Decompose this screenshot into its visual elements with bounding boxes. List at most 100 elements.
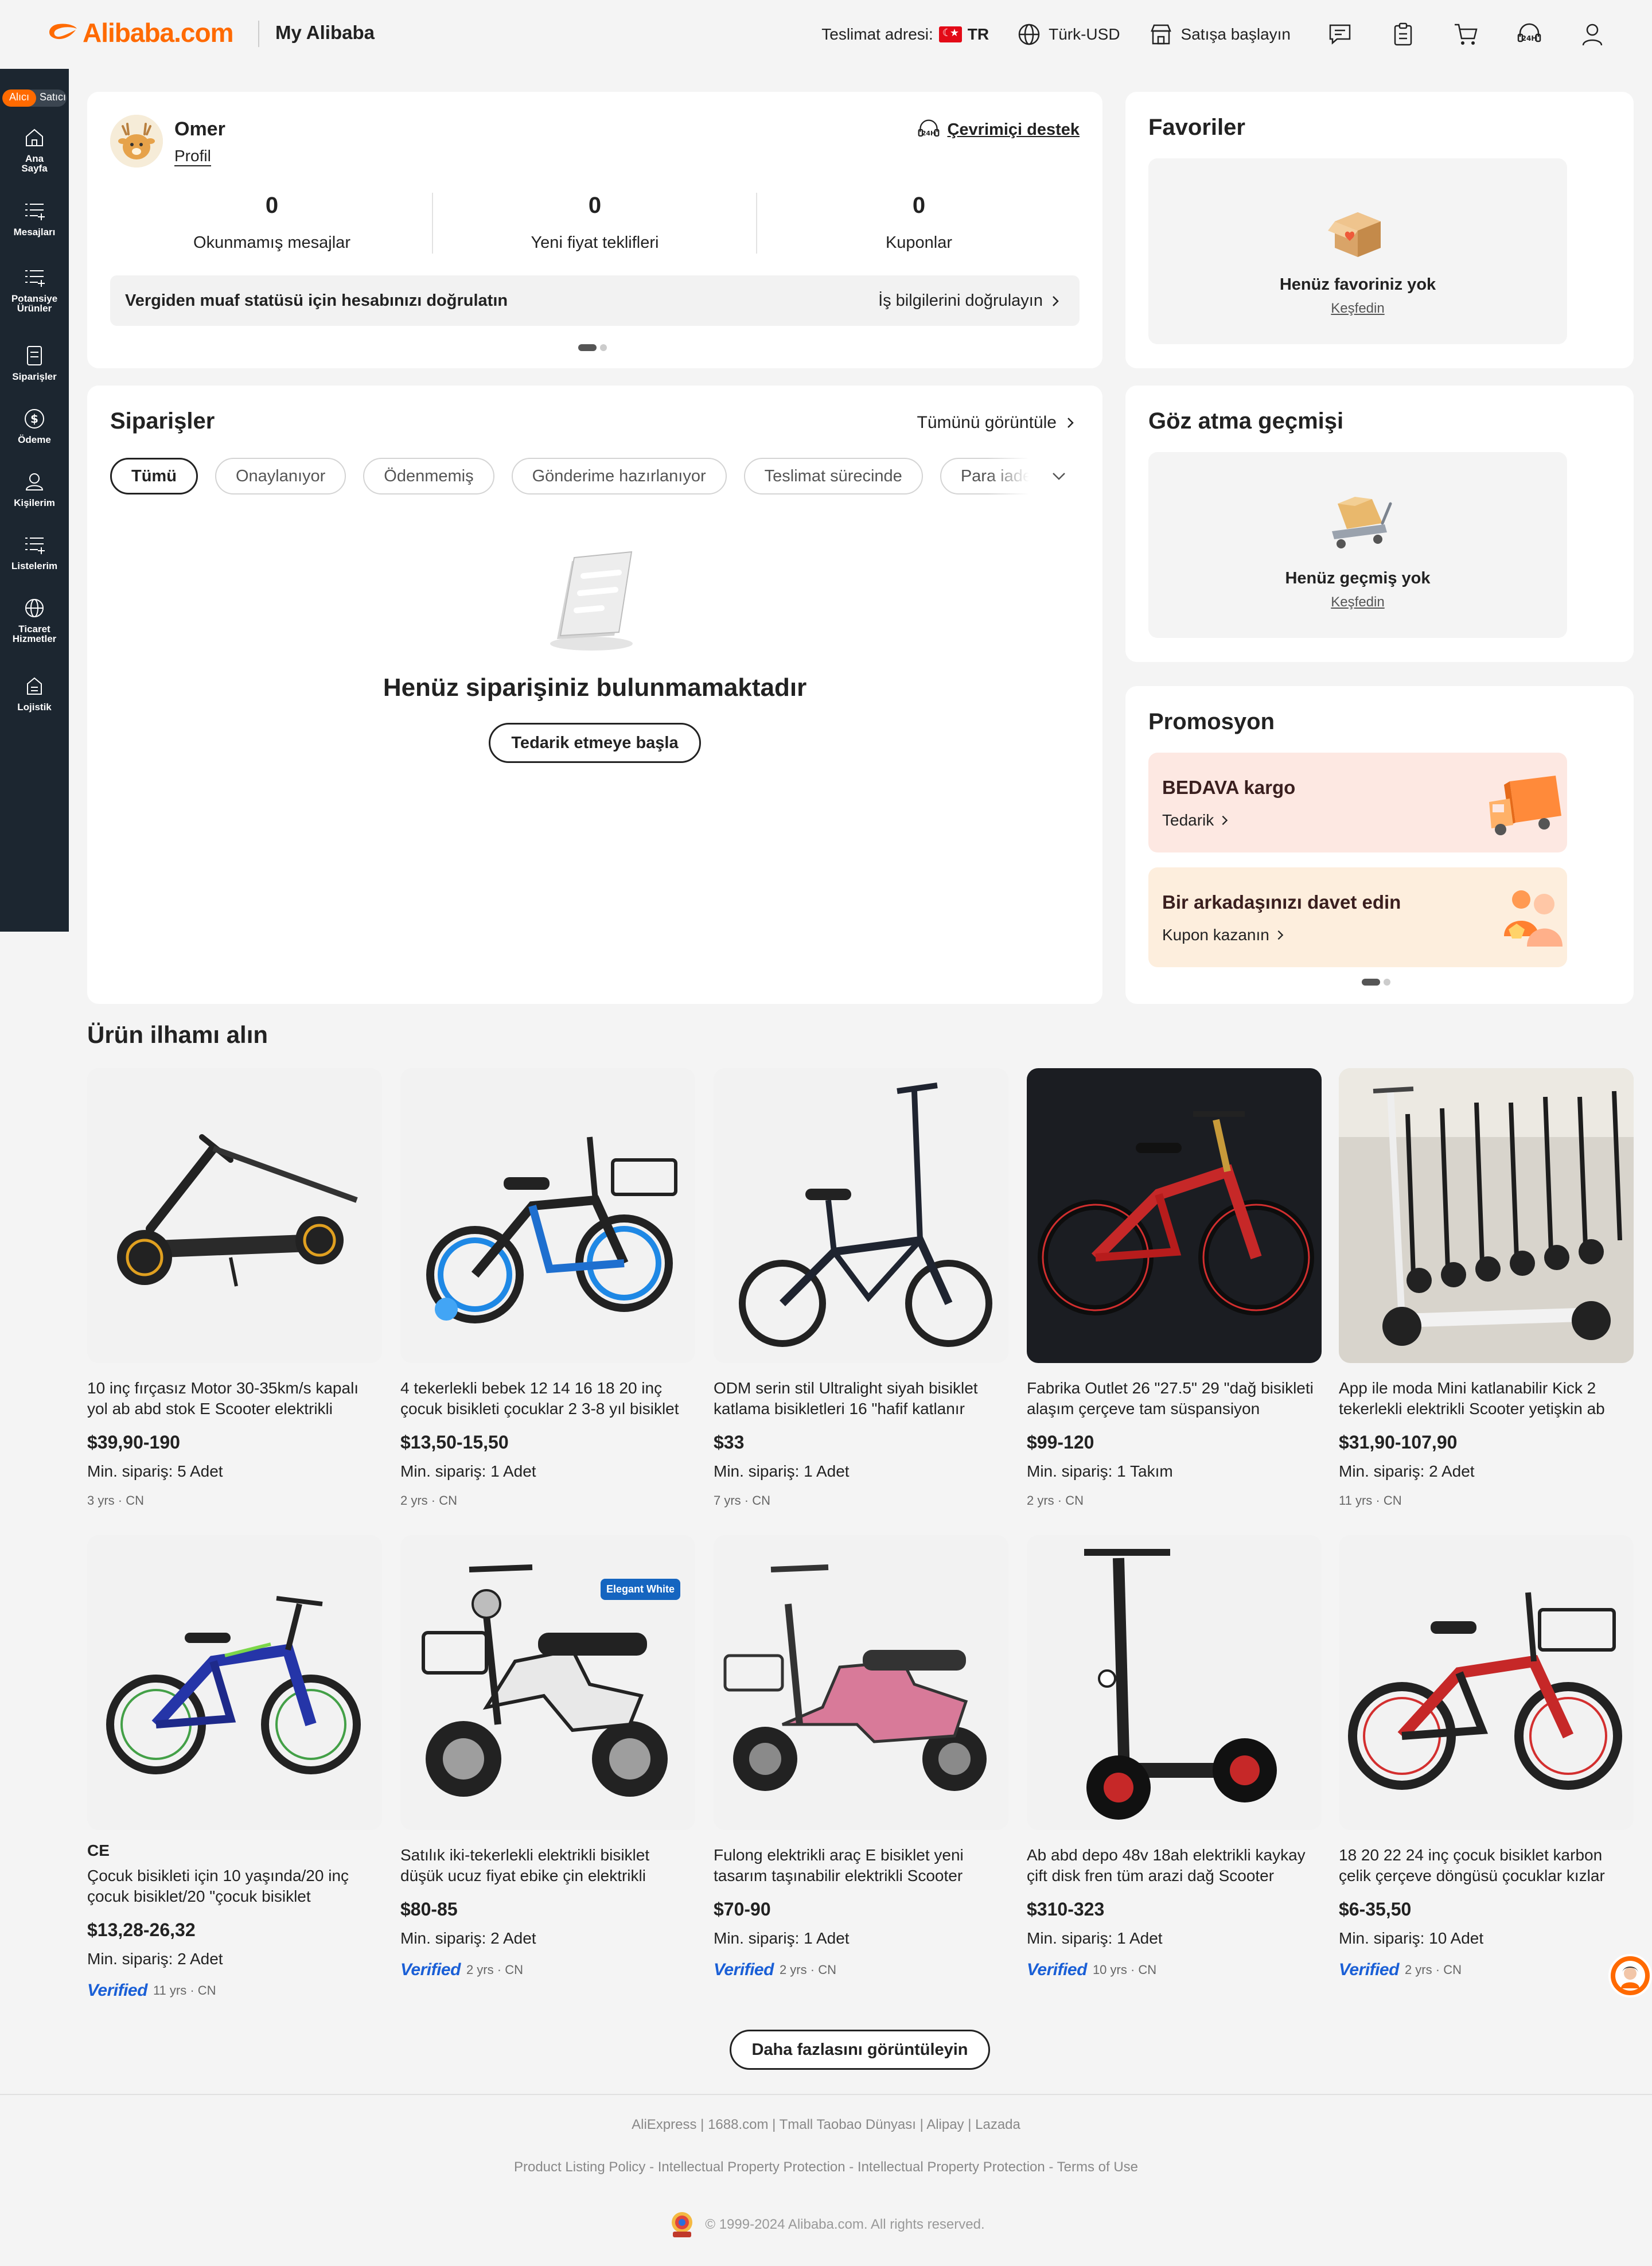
product-title[interactable]: Ab abd depo 48v 18ah elektrikli kaykay ç… bbox=[1027, 1845, 1322, 1886]
product-title[interactable]: Çocuk bisikleti için 10 yaşında/20 inç ç… bbox=[87, 1866, 382, 1907]
product-card[interactable]: 4 tekerlekli bebek 12 14 16 18 20 inç ço… bbox=[400, 1068, 695, 1508]
sidebar-label: Hizmetler bbox=[12, 633, 57, 644]
product-card[interactable]: Fabrika Outlet 26 "27.5" 29 "dağ bisikle… bbox=[1027, 1068, 1322, 1508]
product-card[interactable]: 10 inç fırçasız Motor 30-35km/s kapalı y… bbox=[87, 1068, 382, 1508]
tab-preparing-shipment[interactable]: Gönderime hazırlanıyor bbox=[511, 458, 727, 495]
supplier-meta: Verified 2 yrs · CN bbox=[400, 1960, 695, 1980]
product-image[interactable] bbox=[87, 1535, 382, 1830]
verify-business-link[interactable]: İş bilgilerini doğrulayın bbox=[878, 291, 1062, 310]
chat-assistant-icon[interactable] bbox=[1608, 1954, 1652, 1998]
product-image[interactable] bbox=[1339, 1535, 1634, 1830]
product-image[interactable] bbox=[1339, 1068, 1634, 1363]
product-image[interactable] bbox=[714, 1068, 1008, 1363]
buyer-seller-toggle[interactable]: Alıcı Satıcı bbox=[2, 89, 67, 107]
verified-badge[interactable]: Verified bbox=[87, 1981, 147, 2000]
favorites-explore-link[interactable]: Keşfedin bbox=[1148, 301, 1567, 317]
sidebar-item-trade-services[interactable]: Ticaret Hizmetler bbox=[0, 597, 69, 644]
profile-link[interactable]: Profil bbox=[174, 147, 211, 166]
start-selling-link[interactable]: Satışa başlayın bbox=[1149, 23, 1291, 46]
alibaba-logo[interactable]: Alibaba.com bbox=[46, 17, 234, 48]
view-more-button[interactable]: Daha fazlasını görüntüleyin bbox=[730, 2030, 990, 2070]
tab-all[interactable]: Tümü bbox=[110, 458, 198, 495]
product-card[interactable]: ODM serin stil Ultralight siyah bisiklet… bbox=[714, 1068, 1008, 1508]
product-image[interactable] bbox=[400, 1068, 695, 1363]
sidebar-item-potential-products[interactable]: Potansiye Ürünler bbox=[0, 266, 69, 313]
account-icon[interactable] bbox=[1579, 21, 1606, 48]
tab-in-delivery[interactable]: Teslimat sürecinde bbox=[743, 458, 923, 495]
footer-sites-links[interactable]: AliExpress | 1688.com | Tmall Taobao Dün… bbox=[0, 2117, 1652, 2133]
product-card[interactable]: CE Çocuk bisikleti için 10 yaşında/20 in… bbox=[87, 1535, 382, 2000]
history-title: Göz atma geçmişi bbox=[1148, 408, 1344, 434]
avatar[interactable] bbox=[110, 115, 163, 168]
product-image[interactable] bbox=[87, 1068, 382, 1363]
tab-unpaid[interactable]: Ödenmemiş bbox=[363, 458, 494, 495]
role-seller[interactable]: Satıcı bbox=[36, 89, 67, 107]
product-card[interactable]: Fulong elektrikli araç E bisiklet yeni t… bbox=[714, 1535, 1008, 1980]
start-sourcing-button[interactable]: Tedarik etmeye başla bbox=[489, 723, 701, 763]
my-alibaba-title[interactable]: My Alibaba bbox=[275, 22, 375, 44]
product-card[interactable]: Elegant White Satılık iki-tekerlekli ele… bbox=[400, 1535, 695, 1980]
sidebar-item-lists[interactable]: Listelerim bbox=[0, 534, 69, 571]
product-card[interactable]: 18 20 22 24 inç çocuk bisiklet karbon çe… bbox=[1339, 1535, 1634, 1980]
product-image[interactable]: Elegant White bbox=[400, 1535, 695, 1830]
supplier-years: 3 yrs bbox=[87, 1493, 115, 1508]
payment-icon: $ bbox=[25, 409, 44, 429]
product-title[interactable]: App ile moda Mini katlanabilir Kick 2 te… bbox=[1339, 1378, 1634, 1419]
support-24h-icon[interactable]: 24H bbox=[1515, 21, 1543, 48]
sidebar-item-payment[interactable]: $ Ödeme bbox=[0, 407, 69, 445]
stat-coupons[interactable]: 0 Kuponlar bbox=[757, 193, 1081, 252]
sidebar-item-orders[interactable]: Siparişler bbox=[0, 344, 69, 381]
footer-policy-links[interactable]: Product Listing Policy - Intellectual Pr… bbox=[0, 2159, 1652, 2175]
stat-new-quotes[interactable]: 0 Yeni fiyat teklifleri bbox=[433, 193, 757, 252]
product-card[interactable]: Ab abd depo 48v 18ah elektrikli kaykay ç… bbox=[1027, 1535, 1322, 1980]
product-image[interactable] bbox=[1027, 1068, 1322, 1363]
product-min-order: Min. sipariş: 1 Takım bbox=[1027, 1462, 1173, 1480]
product-price: $70-90 bbox=[714, 1899, 771, 1920]
product-title[interactable]: Fulong elektrikli araç E bisiklet yeni t… bbox=[714, 1845, 1008, 1886]
product-card[interactable]: App ile moda Mini katlanabilir Kick 2 te… bbox=[1339, 1068, 1634, 1508]
delivery-address-selector[interactable]: Teslimat adresi: TR bbox=[821, 25, 989, 44]
supplier-country: CN bbox=[818, 1963, 836, 1977]
messages-icon[interactable] bbox=[1326, 21, 1354, 48]
stat-unread-messages[interactable]: 0 Okunmamış mesajlar bbox=[110, 193, 434, 252]
tax-exempt-banner[interactable]: Vergiden muaf statüsü için hesabınızı do… bbox=[110, 275, 1080, 326]
product-image[interactable] bbox=[714, 1535, 1008, 1830]
empty-orders-icon bbox=[550, 551, 633, 651]
product-title[interactable]: Fabrika Outlet 26 "27.5" 29 "dağ bisikle… bbox=[1027, 1378, 1322, 1419]
verified-badge[interactable]: Verified bbox=[1339, 1960, 1399, 1980]
history-explore-link[interactable]: Keşfedin bbox=[1148, 594, 1567, 610]
product-title[interactable]: 4 tekerlekli bebek 12 14 16 18 20 inç ço… bbox=[400, 1378, 695, 1419]
supplier-years: 2 yrs bbox=[1404, 1963, 1432, 1977]
role-buyer[interactable]: Alıcı bbox=[2, 89, 37, 107]
orders-view-all-link[interactable]: Tümünü görüntüle bbox=[917, 413, 1078, 433]
verified-badge[interactable]: Verified bbox=[714, 1960, 774, 1980]
carousel-dot[interactable] bbox=[600, 344, 607, 351]
product-title[interactable]: Satılık iki-tekerlekli elektrikli bisikl… bbox=[400, 1845, 695, 1886]
sidebar-item-home[interactable]: Ana Sayfa bbox=[0, 126, 69, 173]
carousel-dot-active[interactable] bbox=[1362, 979, 1380, 986]
carousel-dot[interactable] bbox=[1384, 979, 1390, 986]
online-support-link[interactable]: 24H Çevrimiçi destek bbox=[916, 118, 1080, 141]
promo-action-link[interactable]: Tedarik bbox=[1162, 811, 1231, 830]
cart-icon[interactable] bbox=[1452, 21, 1480, 48]
orders-icon[interactable] bbox=[1389, 21, 1417, 48]
chevron-down-icon[interactable] bbox=[1050, 467, 1068, 485]
stat-value: 0 bbox=[588, 193, 602, 218]
product-title[interactable]: 18 20 22 24 inç çocuk bisiklet karbon çe… bbox=[1339, 1845, 1634, 1886]
verified-badge[interactable]: Verified bbox=[400, 1960, 461, 1980]
product-image[interactable] bbox=[1027, 1535, 1322, 1830]
promo-action-link[interactable]: Kupon kazanın bbox=[1162, 926, 1287, 944]
carousel-dot-active[interactable] bbox=[578, 344, 597, 351]
promo-invite-friend[interactable]: Bir arkadaşınızı davet edin Kupon kazanı… bbox=[1148, 867, 1567, 967]
verify-business-label: İş bilgilerini doğrulayın bbox=[878, 291, 1043, 310]
product-title[interactable]: ODM serin stil Ultralight siyah bisiklet… bbox=[714, 1378, 1008, 1419]
sidebar-item-contacts[interactable]: Kişilerim bbox=[0, 470, 69, 508]
stat-label: Okunmamış mesajlar bbox=[193, 233, 350, 252]
product-title[interactable]: 10 inç fırçasız Motor 30-35km/s kapalı y… bbox=[87, 1378, 382, 1419]
tab-confirming[interactable]: Onaylanıyor bbox=[215, 458, 346, 495]
promo-free-shipping[interactable]: BEDAVA kargo Tedarik bbox=[1148, 753, 1567, 852]
verified-badge[interactable]: Verified bbox=[1027, 1960, 1087, 1980]
sidebar-item-logistics[interactable]: Lojistik bbox=[0, 675, 69, 712]
sidebar-item-messages[interactable]: Mesajları bbox=[0, 200, 69, 237]
language-currency-selector[interactable]: Türk-USD bbox=[1018, 23, 1120, 46]
